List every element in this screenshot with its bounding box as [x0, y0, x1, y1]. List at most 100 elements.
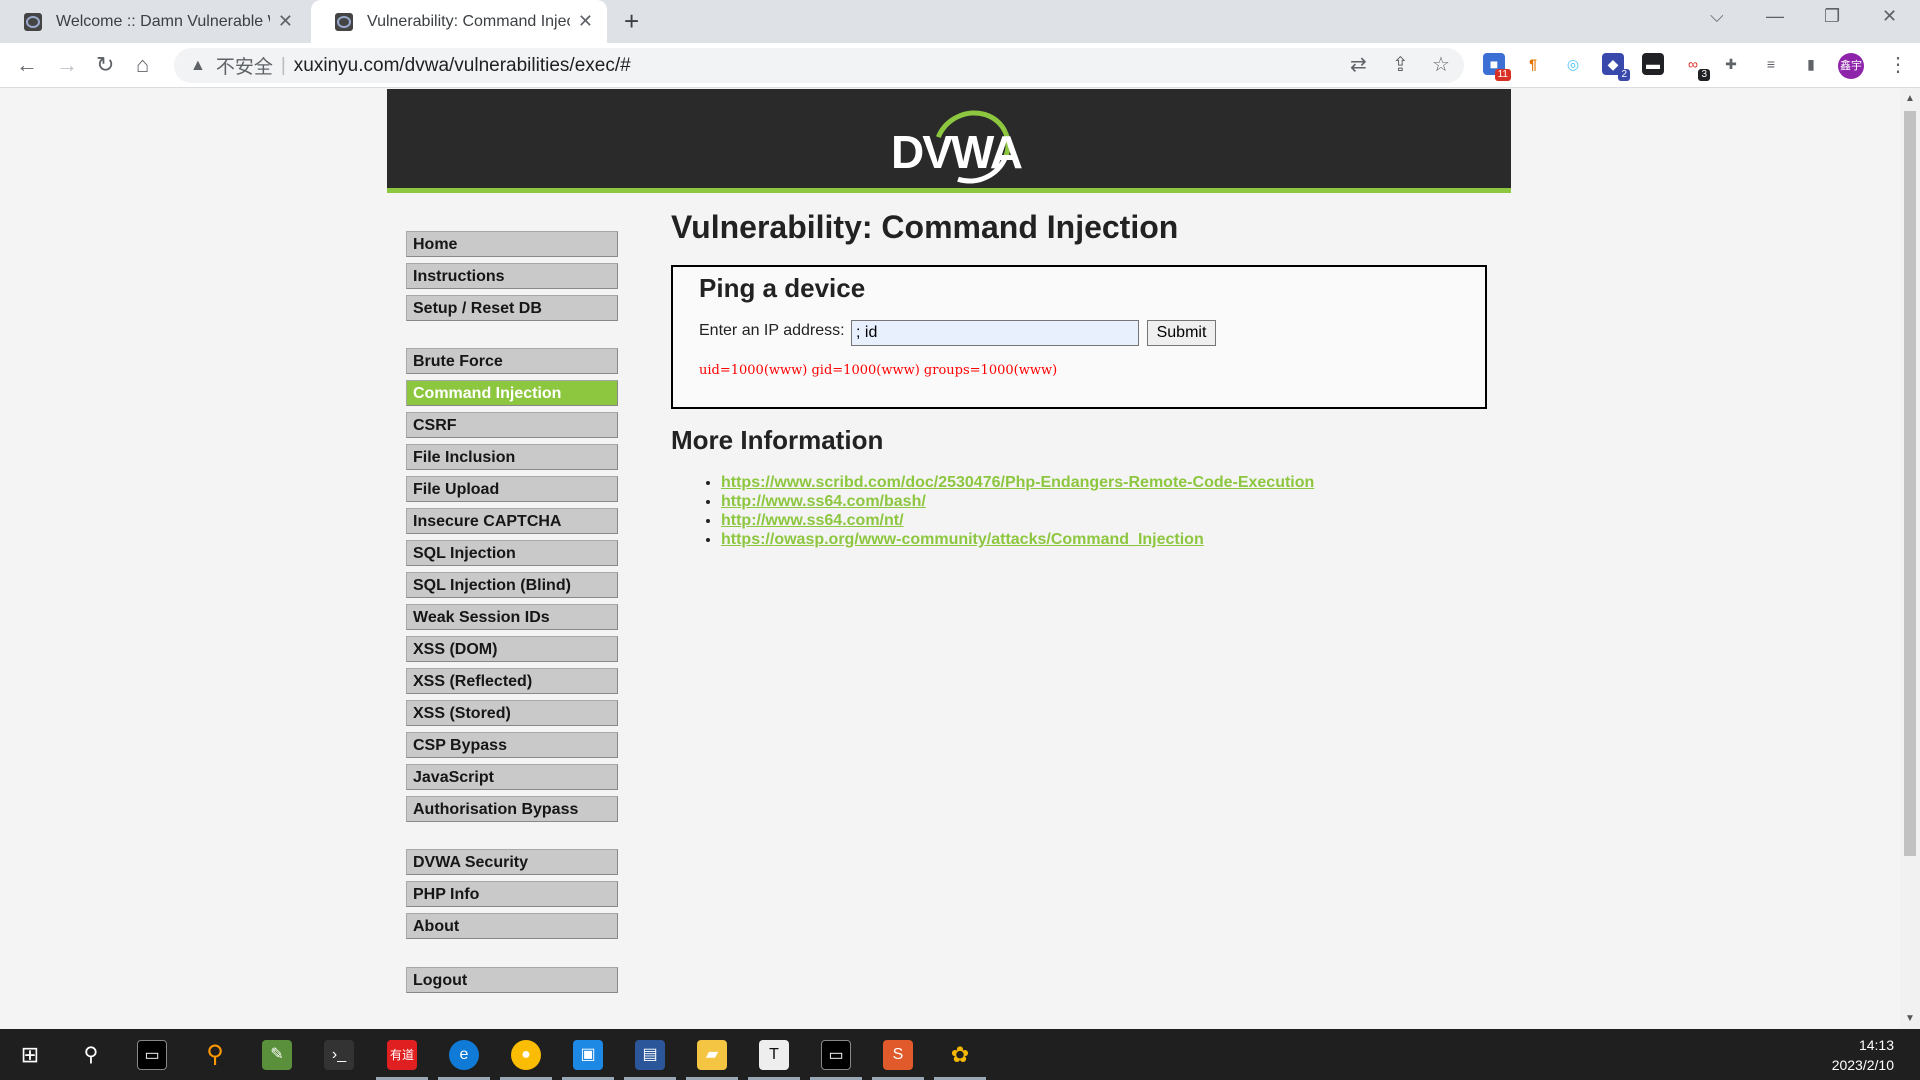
tab-command-injection[interactable]: Vulnerability: Command Inject ✕: [311, 0, 607, 43]
page-scrollbar[interactable]: ▲ ▼: [1900, 89, 1920, 1029]
scrollbar-thumb[interactable]: [1904, 111, 1916, 856]
extensions-puzzle-icon[interactable]: ✚: [1720, 53, 1742, 75]
page-title: Vulnerability: Command Injection: [671, 209, 1179, 245]
extension-pilcrow-icon[interactable]: ¶: [1522, 53, 1544, 75]
translate-icon[interactable]: ⇄: [1350, 52, 1367, 77]
list-item: https://owasp.org/www-community/attacks/…: [721, 530, 1314, 549]
submit-button[interactable]: Submit: [1147, 320, 1216, 346]
vulnerable-code-area: Ping a device Enter an IP address: Submi…: [671, 265, 1487, 409]
list-item: http://www.ss64.com/nt/: [721, 511, 1314, 530]
menu-item-sql-injection[interactable]: SQL Injection: [406, 540, 618, 566]
link-scribd[interactable]: https://www.scribd.com/doc/2530476/Php-E…: [721, 474, 1314, 491]
menu-item-setup[interactable]: Setup / Reset DB: [406, 295, 618, 321]
link-ss64-nt[interactable]: http://www.ss64.com/nt/: [721, 512, 904, 529]
edge-browser-icon[interactable]: e: [449, 1040, 479, 1070]
browser-toolbar: ← → ↻ ⌂ ▲ 不安全 | xuxinyu.com/dvwa/vulnera…: [0, 43, 1920, 88]
reading-list-icon[interactable]: ≡: [1760, 53, 1782, 75]
more-info-list: https://www.scribd.com/doc/2530476/Php-E…: [697, 473, 1314, 549]
terminal-app-icon[interactable]: ›_: [324, 1040, 354, 1070]
mole-app-icon[interactable]: ✿: [945, 1040, 975, 1070]
menu-item-brute-force[interactable]: Brute Force: [406, 348, 618, 374]
close-window-icon[interactable]: ✕: [1882, 6, 1897, 27]
search-icon[interactable]: ⚲: [76, 1040, 106, 1070]
console-app-icon[interactable]: ▭: [821, 1040, 851, 1070]
typora-app-icon[interactable]: T: [759, 1040, 789, 1070]
menu-item-logout[interactable]: Logout: [406, 967, 618, 993]
menu-item-file-upload[interactable]: File Upload: [406, 476, 618, 502]
menu-item-javascript[interactable]: JavaScript: [406, 764, 618, 790]
menu-item-sql-injection-blind[interactable]: SQL Injection (Blind): [406, 572, 618, 598]
notepad-app-icon[interactable]: ✎: [262, 1040, 292, 1070]
menu-item-xss-reflected[interactable]: XSS (Reflected): [406, 668, 618, 694]
extension-terminal-icon[interactable]: ▬: [1642, 53, 1664, 75]
menu-item-command-injection[interactable]: Command Injection: [406, 380, 618, 406]
new-tab-icon[interactable]: +: [624, 6, 639, 37]
close-tab-icon[interactable]: ✕: [278, 11, 293, 32]
link-ss64-bash[interactable]: http://www.ss64.com/bash/: [721, 493, 926, 510]
side-panel-icon[interactable]: ▮: [1800, 53, 1822, 75]
tab-title: Welcome :: Damn Vulnerable Web: [56, 12, 270, 30]
extension-link-icon[interactable]: ∞ 3: [1682, 53, 1710, 81]
menu-item-authorisation-bypass[interactable]: Authorisation Bypass: [406, 796, 618, 822]
share-icon[interactable]: ⇪: [1392, 52, 1409, 77]
menu-item-insecure-captcha[interactable]: Insecure CAPTCHA: [406, 508, 618, 534]
divider: |: [280, 54, 286, 76]
scroll-up-icon[interactable]: ▲: [1905, 93, 1915, 104]
chrome-browser-icon[interactable]: ●: [511, 1040, 541, 1070]
minimize-icon[interactable]: —: [1766, 6, 1784, 27]
form-heading: Ping a device: [699, 273, 866, 303]
menu-item-about[interactable]: About: [406, 913, 618, 939]
bookmark-star-icon[interactable]: ☆: [1432, 52, 1450, 77]
menu-item-csrf[interactable]: CSRF: [406, 412, 618, 438]
forward-icon[interactable]: →: [56, 52, 78, 78]
app-window-icon[interactable]: ▣: [573, 1040, 603, 1070]
menu-item-weak-session-ids[interactable]: Weak Session IDs: [406, 604, 618, 630]
windows-start-icon[interactable]: ⊞: [15, 1040, 45, 1070]
magnifier-app-icon[interactable]: ⚲: [200, 1040, 230, 1070]
dvwa-container: DVWA Home Instructions Setup / Reset DB …: [387, 89, 1511, 1029]
list-item: http://www.ss64.com/bash/: [721, 492, 1314, 511]
sublime-app-icon[interactable]: S: [883, 1040, 913, 1070]
close-tab-icon[interactable]: ✕: [578, 11, 593, 32]
ip-address-input[interactable]: [851, 320, 1139, 346]
windows-taskbar: ⊞ ⚲ ▭ ⚲ ✎ ›_ 有道 e ● ▣ ▤ ▰ T ▭ S ✿ 14:13 …: [0, 1029, 1920, 1080]
file-explorer-icon[interactable]: ▰: [697, 1040, 727, 1070]
scroll-down-icon[interactable]: ▼: [1905, 1013, 1915, 1024]
menu-item-xss-dom[interactable]: XSS (DOM): [406, 636, 618, 662]
dvwa-header: DVWA: [387, 89, 1511, 197]
menu-item-xss-stored[interactable]: XSS (Stored): [406, 700, 618, 726]
menu-item-csp-bypass[interactable]: CSP Bypass: [406, 732, 618, 758]
system-clock[interactable]: 14:13 2023/2/10: [1832, 1035, 1894, 1075]
menu-kebab-icon[interactable]: ⋮: [1888, 52, 1908, 77]
profile-avatar[interactable]: 鑫宇: [1838, 53, 1864, 79]
logo-text: DVWA: [891, 126, 1023, 178]
tab-welcome[interactable]: Welcome :: Damn Vulnerable Web ✕: [0, 0, 307, 43]
restore-icon[interactable]: ❐: [1824, 6, 1840, 27]
reload-icon[interactable]: ↻: [96, 52, 114, 78]
page-viewport: DVWA Home Instructions Setup / Reset DB …: [0, 89, 1900, 1029]
extension-apps-icon[interactable]: ■ 11: [1483, 53, 1511, 81]
remote-desktop-icon[interactable]: ▤: [635, 1040, 665, 1070]
menu-item-file-inclusion[interactable]: File Inclusion: [406, 444, 618, 470]
clock-time: 14:13: [1858, 1037, 1894, 1053]
menu-item-dvwa-security[interactable]: DVWA Security: [406, 849, 618, 875]
security-label: 不安全: [215, 57, 273, 78]
youdao-app-icon[interactable]: 有道: [387, 1040, 417, 1070]
ip-label: Enter an IP address:: [699, 322, 845, 339]
home-icon[interactable]: ⌂: [136, 52, 149, 78]
url-text[interactable]: xuxinyu.com/dvwa/vulnerabilities/exec/#: [294, 55, 631, 77]
menu-item-instructions[interactable]: Instructions: [406, 263, 618, 289]
extension-circle-icon[interactable]: ◎: [1562, 53, 1584, 75]
menu-item-home[interactable]: Home: [406, 231, 618, 257]
link-owasp[interactable]: https://owasp.org/www-community/attacks/…: [721, 531, 1204, 548]
back-icon[interactable]: ←: [16, 52, 38, 78]
address-bar[interactable]: ▲ 不安全 | xuxinyu.com/dvwa/vulnerabilities…: [174, 48, 1464, 83]
clock-date: 2023/2/10: [1831, 1057, 1894, 1073]
more-info-heading: More Information: [671, 425, 884, 455]
tab-strip: Welcome :: Damn Vulnerable Web ✕ Vulnera…: [0, 0, 1920, 43]
extension-cube-icon[interactable]: ◆ 2: [1602, 53, 1630, 81]
cmd-icon[interactable]: ▭: [137, 1040, 167, 1070]
tab-search-icon[interactable]: ⌵: [1710, 6, 1724, 27]
menu-item-php-info[interactable]: PHP Info: [406, 881, 618, 907]
warning-icon[interactable]: ▲: [190, 57, 206, 75]
